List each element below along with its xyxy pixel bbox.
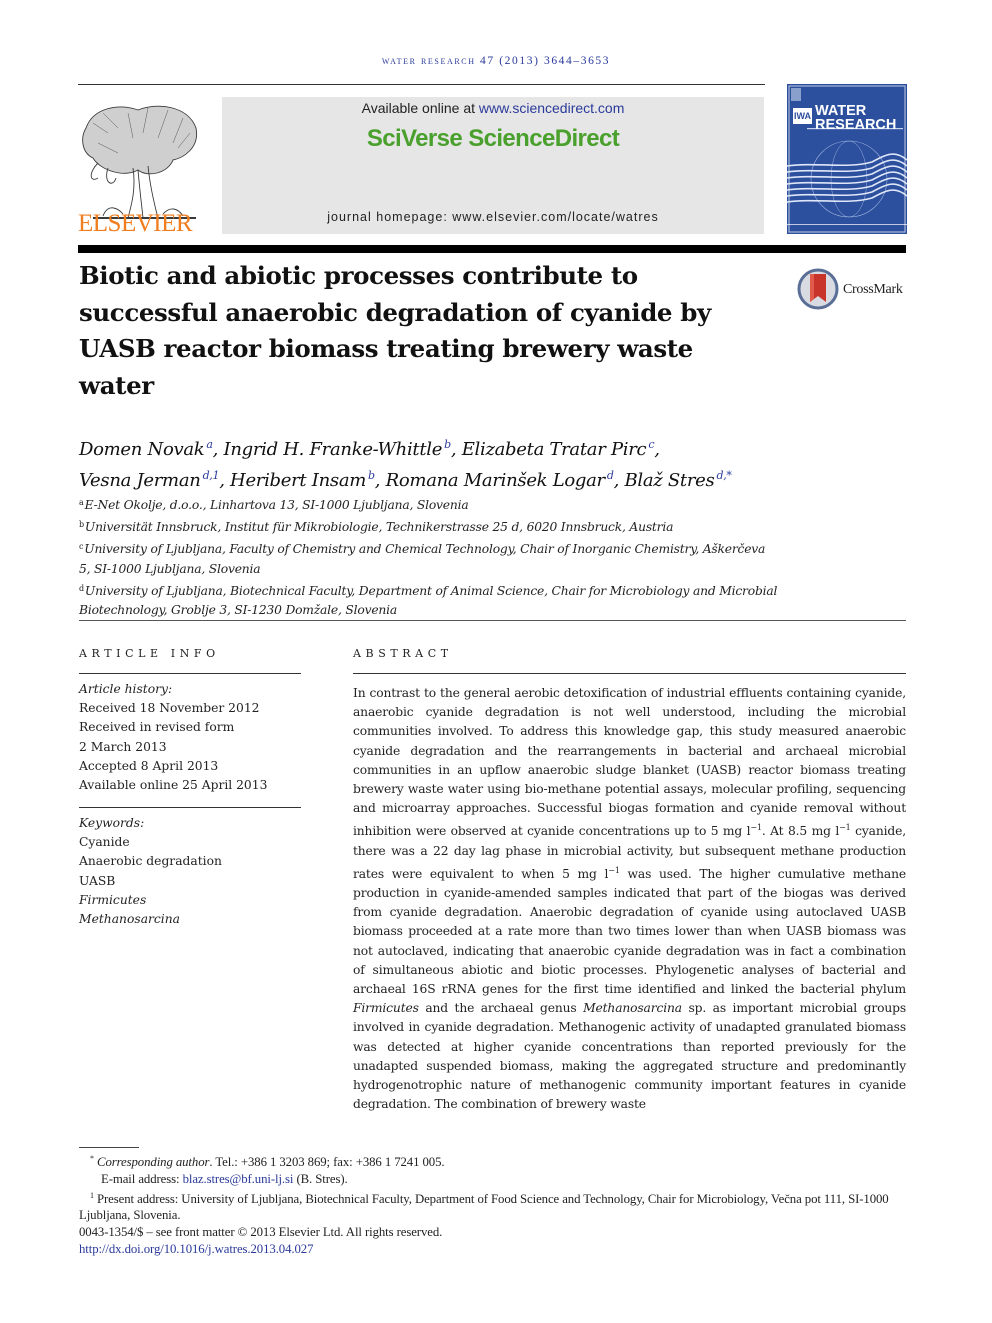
journal-homepage-link[interactable]: journal homepage: www.elsevier.com/locat…: [222, 210, 764, 224]
journal-cover: IWA WATER RESEARCH: [787, 84, 907, 234]
affiliation-marker[interactable]: b: [368, 469, 375, 482]
author[interactable]: Elizabeta Tratar Pirc c: [462, 438, 655, 460]
author[interactable]: Blaž Stres d,*: [624, 469, 731, 491]
author[interactable]: Romana Marinšek Logar d: [386, 469, 614, 491]
author[interactable]: Heribert Insam b: [230, 469, 375, 491]
elsevier-wordmark: ELSEVIER: [78, 210, 193, 237]
affiliation: dUniversity of Ljubljana, Biotechnical F…: [79, 583, 778, 618]
divider: [79, 807, 301, 808]
author[interactable]: Vesna Jerman d,1: [79, 469, 220, 491]
cover-journal-title: WATER RESEARCH: [815, 103, 897, 133]
article-history: Article history: Received 18 November 20…: [79, 680, 309, 795]
article-history-label: Article history:: [79, 682, 173, 696]
present-address-note: 1 Present address: University of Ljublja…: [79, 1190, 889, 1223]
history-item: 2 March 2013: [79, 739, 167, 754]
email-note: E-mail address: blaz.stres@bf.uni-lj.si …: [101, 1171, 348, 1186]
section-divider: [79, 620, 906, 621]
corresponding-author-note: * Corresponding author. Tel.: +386 1 320…: [90, 1154, 445, 1169]
email-link[interactable]: blaz.stres@bf.uni-lj.si: [183, 1172, 294, 1186]
abstract-text: In contrast to the general aerobic detox…: [353, 686, 906, 1112]
history-item: Available online 25 April 2013: [79, 778, 268, 793]
iwa-logo-icon: IWA: [793, 108, 812, 124]
keyword: Methanosarcina: [79, 912, 180, 927]
running-header: water research 47 (2013) 3644–3653: [0, 55, 992, 67]
author-list: Domen Novak a, Ingrid H. Franke-Whittle b,…: [79, 438, 732, 491]
abstract-heading: ABSTRACT: [353, 647, 453, 660]
history-item: Received in revised form: [79, 720, 235, 735]
footnotes: * Corresponding author. Tel.: +386 1 320…: [79, 1151, 909, 1258]
copyright-notice: 0043-1354/$ – see front matter © 2013 El…: [79, 1225, 443, 1240]
keywords: Keywords: Cyanide Anaerobic degradation …: [79, 814, 309, 929]
article-info-heading: ARTICLE INFO: [79, 647, 220, 660]
header-rule: [78, 84, 765, 85]
divider: [79, 673, 301, 674]
doi-link[interactable]: http://dx.doi.org/10.1016/j.watres.2013.…: [79, 1242, 313, 1256]
affiliation: cUniversity of Ljubljana, Faculty of Che…: [79, 542, 766, 576]
history-item: Accepted 8 April 2013: [79, 758, 219, 773]
keyword: Firmicutes: [79, 892, 147, 907]
affiliation-marker[interactable]: d,1: [203, 469, 220, 482]
affiliation-marker[interactable]: b: [444, 438, 451, 451]
sciencedirect-link[interactable]: www.sciencedirect.com: [479, 100, 625, 116]
crossmark-label[interactable]: CrossMark: [843, 282, 903, 298]
keyword: Cyanide: [79, 835, 130, 850]
affiliation: bUniversität Innsbruck, Institut für Mik…: [79, 520, 674, 535]
article-title: Biotic and abiotic processes contribute …: [79, 261, 711, 400]
journal-citation: water research 47 (2013) 3644–3653: [381, 55, 611, 67]
affiliation: aE-Net Okolje, d.o.o., Linhartova 13, SI…: [79, 498, 469, 512]
available-online-text: Available online at www.sciencedirect.co…: [361, 100, 625, 116]
masthead-thick-rule: [78, 245, 906, 253]
sciencedirect-banner: Available online at www.sciencedirect.co…: [222, 97, 764, 234]
keyword: UASB: [79, 873, 116, 888]
history-item: Received 18 November 2012: [79, 701, 260, 716]
affiliation-list: aE-Net Okolje, d.o.o., Linhartova 13, SI…: [79, 493, 779, 620]
affiliation-marker[interactable]: d,*: [716, 469, 731, 482]
author[interactable]: Ingrid H. Franke-Whittle b: [224, 438, 452, 460]
footnote-rule: [79, 1147, 139, 1148]
author[interactable]: Domen Novak a: [79, 438, 213, 460]
keywords-label: Keywords:: [79, 816, 145, 830]
keyword: Anaerobic degradation: [79, 854, 222, 869]
sciverse-sciencedirect-brand: SciVerse ScienceDirect: [366, 125, 620, 152]
affiliation-marker[interactable]: d: [607, 469, 614, 482]
divider: [353, 673, 906, 674]
